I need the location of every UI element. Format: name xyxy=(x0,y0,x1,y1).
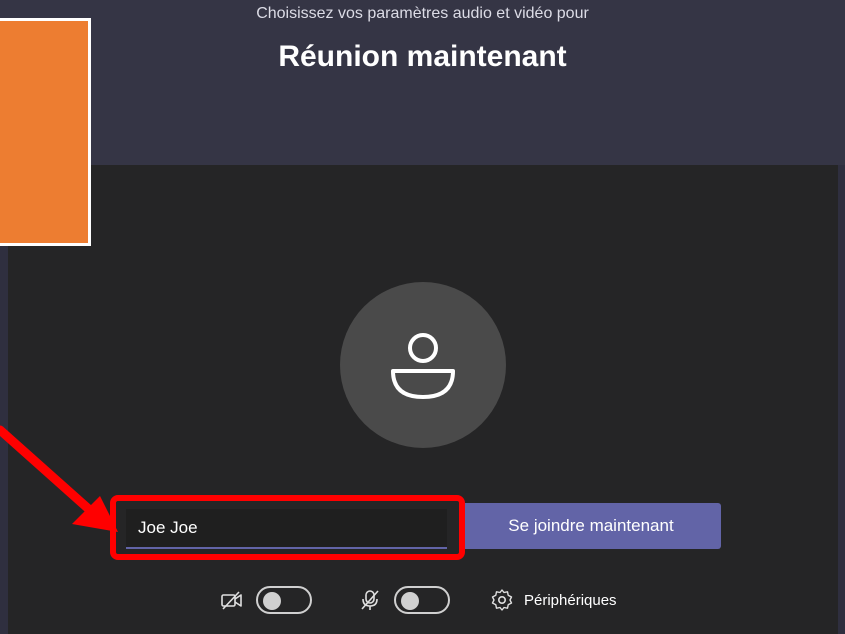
devices-label[interactable]: Périphériques xyxy=(524,592,617,609)
camera-toggle[interactable] xyxy=(256,586,312,614)
toggle-knob xyxy=(401,592,419,610)
mic-off-icon[interactable] xyxy=(358,588,382,612)
device-controls: Périphériques xyxy=(0,582,845,618)
toggle-knob xyxy=(263,592,281,610)
orange-overlay-box xyxy=(0,18,91,246)
person-icon xyxy=(391,333,455,399)
name-input[interactable] xyxy=(126,509,447,549)
page-subtitle: Choisissez vos paramètres audio et vidéo… xyxy=(256,5,589,22)
page-title: Réunion maintenant xyxy=(278,40,567,73)
microphone-toggle[interactable] xyxy=(394,586,450,614)
camera-off-icon[interactable] xyxy=(220,588,244,612)
gear-icon[interactable] xyxy=(490,588,514,612)
join-now-button[interactable]: Se joindre maintenant xyxy=(461,503,721,549)
header-band: Choisissez vos paramètres audio et vidéo… xyxy=(0,0,845,165)
avatar xyxy=(340,282,506,448)
